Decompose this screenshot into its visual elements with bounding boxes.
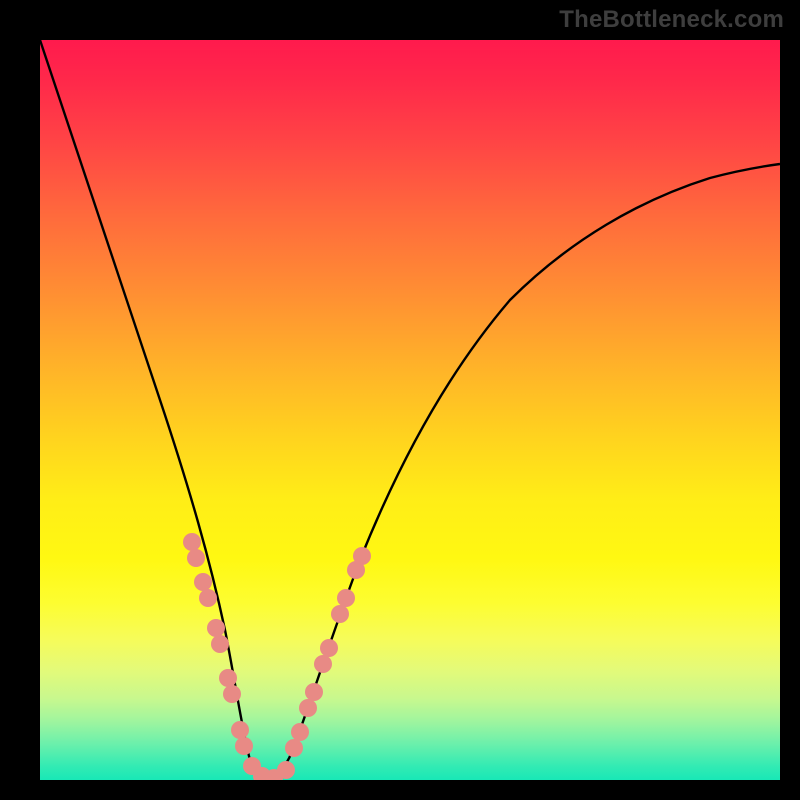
marker-cluster-right [285, 547, 371, 757]
curve-layer [40, 40, 780, 780]
marker-cluster-left [183, 533, 253, 755]
chart-stage: TheBottleneck.com [0, 0, 800, 800]
bottleneck-curve [40, 40, 780, 778]
watermark-text: TheBottleneck.com [559, 6, 784, 34]
plot-area [40, 40, 780, 780]
